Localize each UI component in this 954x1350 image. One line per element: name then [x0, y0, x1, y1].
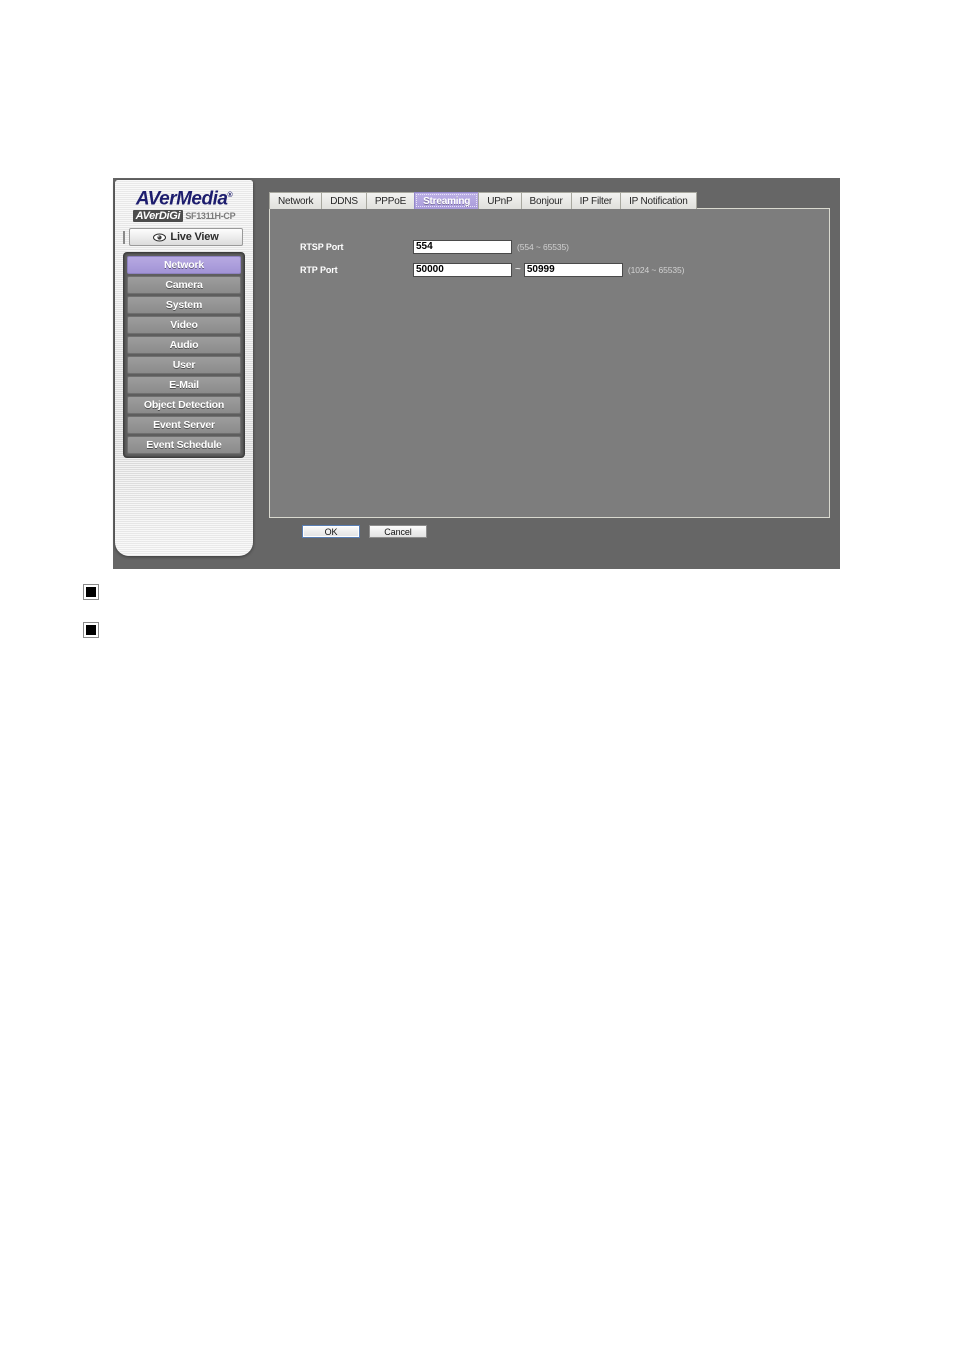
- tab-strip: Network DDNS PPPoE Streaming UPnP Bonjou…: [269, 192, 697, 209]
- camera-config-window: AVerMedia® AVerDiGi SF1311H-CP Live View…: [113, 178, 840, 569]
- divider: [123, 230, 125, 244]
- tab-upnp[interactable]: UPnP: [478, 192, 522, 209]
- sidebar-item-event-server[interactable]: Event Server: [127, 416, 241, 435]
- sidebar-item-label: E-Mail: [169, 379, 199, 392]
- sidebar-item-audio[interactable]: Audio: [127, 336, 241, 355]
- tab-label: UPnP: [487, 195, 513, 207]
- cancel-button-label: Cancel: [384, 526, 412, 537]
- tab-network[interactable]: Network: [269, 192, 323, 209]
- streaming-settings-panel: RTSP Port (554 ~ 65535) RTP Port ~ (1024…: [269, 208, 830, 518]
- rtsp-port-row: RTSP Port (554 ~ 65535): [300, 239, 819, 254]
- sidebar-item-email[interactable]: E-Mail: [127, 376, 241, 395]
- live-view-label: Live View: [170, 230, 219, 243]
- ok-button-label: OK: [324, 526, 338, 537]
- sidebar-item-label: Audio: [169, 339, 199, 352]
- sidebar-item-user[interactable]: User: [127, 356, 241, 375]
- sidebar-item-label: Event Server: [153, 419, 215, 432]
- sidebar-item-label: Network: [163, 259, 205, 272]
- sidebar-item-label: System: [165, 299, 203, 312]
- rtp-port-start-input[interactable]: [413, 262, 512, 277]
- registered-mark-icon: ®: [227, 192, 233, 199]
- tab-ddns[interactable]: DDNS: [321, 192, 367, 209]
- tab-label: IP Notification: [629, 195, 688, 207]
- ok-button[interactable]: OK: [302, 525, 360, 538]
- tab-streaming[interactable]: Streaming: [414, 192, 480, 209]
- footer-buttons: OK Cancel: [302, 525, 427, 538]
- rtp-port-row: RTP Port ~ (1024 ~ 65535): [300, 262, 819, 277]
- tab-bonjour[interactable]: Bonjour: [520, 192, 572, 209]
- rtsp-port-hint: (554 ~ 65535): [517, 241, 569, 252]
- digi-badge: AVerDiGi: [132, 210, 184, 223]
- sidebar-item-label: Event Schedule: [146, 439, 222, 452]
- bullet-marker: [84, 585, 98, 599]
- eye-icon: [153, 233, 167, 242]
- sidebar-item-camera[interactable]: Camera: [127, 276, 241, 295]
- cancel-button[interactable]: Cancel: [369, 525, 427, 538]
- sidebar: AVerMedia® AVerDiGi SF1311H-CP Live View…: [115, 180, 253, 556]
- sidebar-item-video[interactable]: Video: [127, 316, 241, 335]
- sidebar-item-system[interactable]: System: [127, 296, 241, 315]
- bullet-marker: [84, 623, 98, 637]
- tab-label: PPPoE: [374, 195, 407, 207]
- rtp-port-label: RTP Port: [300, 264, 338, 275]
- live-view-row: Live View: [115, 228, 253, 247]
- tab-label: Streaming: [423, 195, 471, 207]
- tab-pppoe[interactable]: PPPoE: [365, 192, 416, 209]
- tab-label: Network: [278, 195, 314, 207]
- sidebar-item-label: User: [172, 359, 196, 372]
- tab-label: Bonjour: [529, 195, 563, 207]
- sidebar-item-event-schedule[interactable]: Event Schedule: [127, 436, 241, 455]
- tab-label: DDNS: [330, 195, 358, 207]
- sidebar-item-network[interactable]: Network: [127, 256, 241, 275]
- sidebar-item-label: Camera: [165, 279, 203, 292]
- brand-logo: AVerMedia® AVerDiGi SF1311H-CP: [115, 180, 253, 223]
- rtp-port-hint: (1024 ~ 65535): [627, 264, 685, 275]
- rtsp-port-input[interactable]: [413, 239, 512, 254]
- brand-name: AVerMedia®: [135, 186, 233, 210]
- product-subtitle: AVerDiGi SF1311H-CP: [115, 210, 253, 223]
- tab-label: IP Filter: [579, 195, 613, 207]
- content-region: Network DDNS PPPoE Streaming UPnP Bonjou…: [259, 180, 838, 567]
- tab-ip-notification[interactable]: IP Notification: [620, 192, 697, 209]
- rtsp-port-label: RTSP Port: [300, 241, 344, 252]
- tab-ip-filter[interactable]: IP Filter: [570, 192, 622, 209]
- live-view-button[interactable]: Live View: [129, 228, 243, 247]
- streaming-form: RTSP Port (554 ~ 65535) RTP Port ~ (1024…: [300, 239, 819, 285]
- sidebar-item-object-detection[interactable]: Object Detection: [127, 396, 241, 415]
- sidebar-item-label: Object Detection: [143, 399, 225, 412]
- sidebar-item-label: Video: [170, 319, 198, 332]
- rtp-port-end-input[interactable]: [523, 262, 623, 277]
- brand-name-text: AVerMedia: [135, 188, 228, 210]
- model-number: SF1311H-CP: [185, 211, 236, 222]
- rtp-range-separator: ~: [515, 263, 521, 275]
- sidebar-menu: Network Camera System Video Audio User E…: [123, 252, 245, 459]
